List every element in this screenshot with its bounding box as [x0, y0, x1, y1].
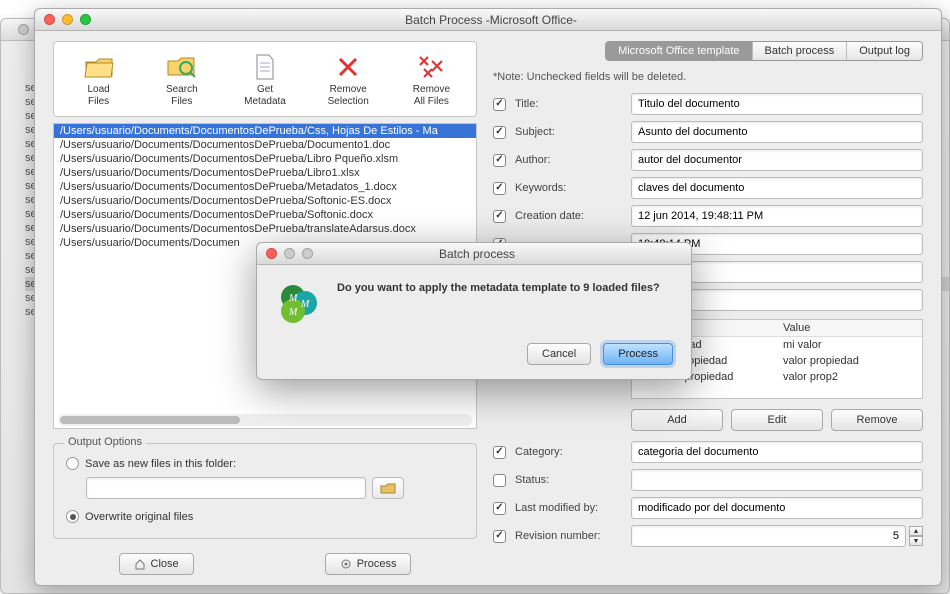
- output-options-group: Output Options Save as new files in this…: [53, 443, 477, 539]
- author-input[interactable]: [631, 149, 923, 171]
- save-as-label: Save as new files in this folder:: [85, 458, 236, 470]
- keywords-input[interactable]: [631, 177, 923, 199]
- author-checkbox[interactable]: [493, 154, 506, 167]
- file-row[interactable]: /Users/usuario/Documents/DocumentosDePru…: [54, 138, 476, 152]
- svg-text:M: M: [288, 307, 298, 318]
- file-row[interactable]: /Users/usuario/Documents/DocumentosDePru…: [54, 152, 476, 166]
- window-title: Batch Process -Microsoft Office-: [41, 13, 941, 27]
- category-input[interactable]: [631, 441, 923, 463]
- subject-label: Subject:: [515, 126, 625, 138]
- folder-small-icon: [380, 482, 396, 494]
- close-button[interactable]: Close: [119, 553, 194, 575]
- category-label: Category:: [515, 446, 625, 458]
- revision-label: Revision number:: [515, 530, 625, 542]
- tab-group: Microsoft Office template Batch process …: [605, 41, 923, 61]
- dialog-message: Do you want to apply the metadata templa…: [337, 281, 660, 329]
- file-row[interactable]: /Users/usuario/Documents/DocumentosDePru…: [54, 180, 476, 194]
- toolbar: LoadFiles SearchFiles GetMetadata: [53, 41, 477, 117]
- load-files-label: LoadFiles: [60, 84, 137, 108]
- status-label: Status:: [515, 474, 625, 486]
- keywords-label: Keywords:: [515, 182, 625, 194]
- author-label: Author:: [515, 154, 625, 166]
- gear-icon: [340, 558, 352, 570]
- remove-all-label: RemoveAll Files: [393, 84, 470, 108]
- remove-selection-label: RemoveSelection: [310, 84, 387, 108]
- dialog-cancel-button[interactable]: Cancel: [527, 343, 591, 365]
- file-row[interactable]: /Users/usuario/Documents/DocumentosDePru…: [54, 166, 476, 180]
- subject-checkbox[interactable]: [493, 126, 506, 139]
- overwrite-radio[interactable]: [66, 510, 79, 523]
- revision-stepper[interactable]: ▲▼: [909, 526, 923, 546]
- category-checkbox[interactable]: [493, 446, 506, 459]
- search-files-label: SearchFiles: [143, 84, 220, 108]
- keywords-checkbox[interactable]: [493, 182, 506, 195]
- folder-icon: [60, 50, 137, 84]
- output-options-legend: Output Options: [64, 436, 146, 448]
- remove-all-button[interactable]: RemoveAll Files: [391, 46, 472, 112]
- status-input[interactable]: [631, 469, 923, 491]
- status-checkbox[interactable]: [493, 474, 506, 487]
- process-button[interactable]: Process: [325, 553, 412, 575]
- lastmod-input[interactable]: [631, 497, 923, 519]
- svg-text:M: M: [300, 299, 310, 310]
- title-input[interactable]: [631, 93, 923, 115]
- creation-input[interactable]: [631, 205, 923, 227]
- dialog-title: Batch process: [263, 247, 691, 261]
- creation-label: Creation date:: [515, 210, 625, 222]
- tab-batch-process[interactable]: Batch process: [752, 42, 847, 60]
- document-icon: [226, 50, 303, 84]
- folder-path-input[interactable]: [86, 477, 366, 499]
- revision-checkbox[interactable]: [493, 530, 506, 543]
- creation-checkbox[interactable]: [493, 210, 506, 223]
- file-row[interactable]: /Users/usuario/Documents/DocumentosDePru…: [54, 208, 476, 222]
- subject-input[interactable]: [631, 121, 923, 143]
- x-icon: [310, 50, 387, 84]
- search-files-button[interactable]: SearchFiles: [141, 46, 222, 112]
- file-row[interactable]: /Users/usuario/Documents/DocumentosDePru…: [54, 124, 476, 138]
- dialog-process-button[interactable]: Process: [603, 343, 673, 365]
- app-icon: M M M: [275, 281, 323, 329]
- title-checkbox[interactable]: [493, 98, 506, 111]
- bg-close-icon: [18, 24, 29, 35]
- add-field-button[interactable]: Add: [631, 409, 723, 431]
- home-icon: [134, 558, 146, 570]
- remove-field-button[interactable]: Remove: [831, 409, 923, 431]
- overwrite-label: Overwrite original files: [85, 511, 193, 523]
- x-multi-icon: [393, 50, 470, 84]
- overwrite-radio-row[interactable]: Overwrite original files: [66, 507, 464, 526]
- save-as-radio-row[interactable]: Save as new files in this folder:: [66, 454, 464, 473]
- lastmod-label: Last modified by:: [515, 502, 625, 514]
- titlebar: Batch Process -Microsoft Office-: [35, 9, 941, 31]
- custom-col-value: Value: [777, 320, 922, 336]
- lastmod-checkbox[interactable]: [493, 502, 506, 515]
- process-label: Process: [357, 558, 397, 570]
- close-label: Close: [151, 558, 179, 570]
- file-row[interactable]: /Users/usuario/Documents/DocumentosDePru…: [54, 222, 476, 236]
- tab-template[interactable]: Microsoft Office template: [606, 42, 751, 60]
- browse-folder-button[interactable]: [372, 477, 404, 499]
- note-text: *Note: Unchecked fields will be deleted.: [493, 71, 923, 83]
- file-row[interactable]: /Users/usuario/Documents/DocumentosDePru…: [54, 194, 476, 208]
- load-files-button[interactable]: LoadFiles: [58, 46, 139, 112]
- title-label: Title:: [515, 98, 625, 110]
- tab-output-log[interactable]: Output log: [846, 42, 922, 60]
- get-metadata-button[interactable]: GetMetadata: [224, 46, 305, 112]
- confirm-dialog: Batch process M M M Do you want to apply…: [256, 242, 692, 380]
- remove-selection-button[interactable]: RemoveSelection: [308, 46, 389, 112]
- get-metadata-label: GetMetadata: [226, 84, 303, 108]
- edit-field-button[interactable]: Edit: [731, 409, 823, 431]
- folder-search-icon: [143, 50, 220, 84]
- save-as-radio[interactable]: [66, 457, 79, 470]
- revision-input[interactable]: [631, 525, 906, 547]
- svg-text:M: M: [288, 293, 298, 304]
- horizontal-scrollbar[interactable]: [58, 414, 472, 426]
